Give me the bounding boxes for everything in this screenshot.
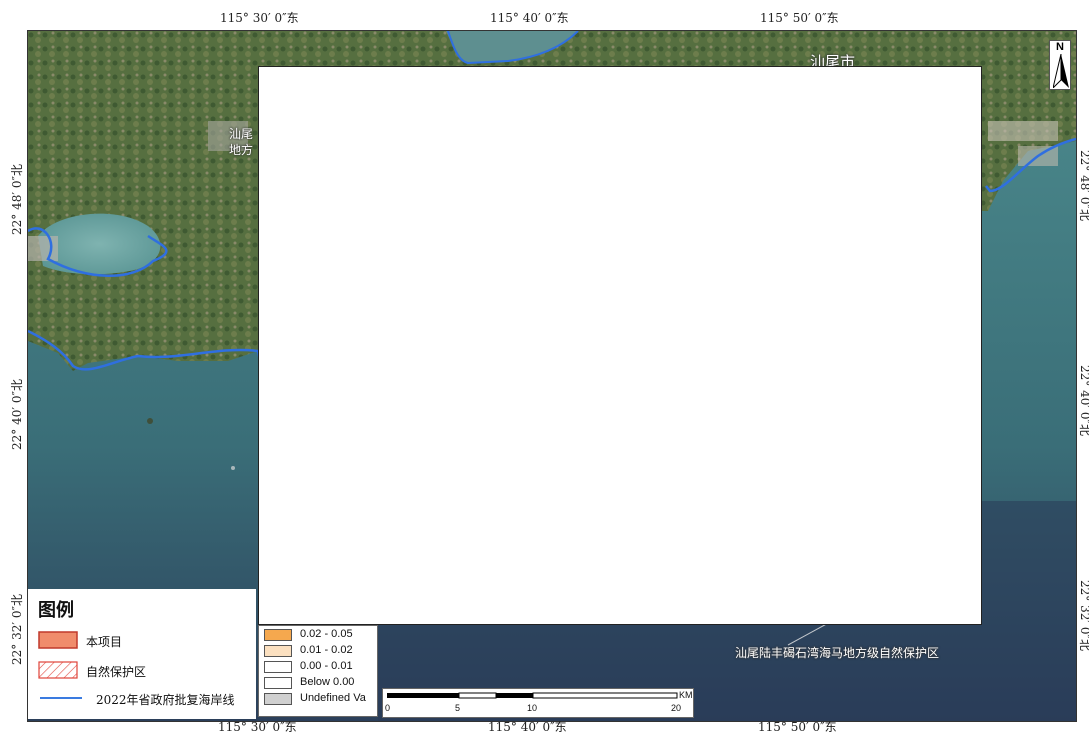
top-tick-1: 115° 30′ 0″东 — [220, 11, 299, 25]
left-tick-1: 22° 48′ 0″北 — [10, 163, 24, 235]
right-tick-2: 22° 40′ 0″北 — [1078, 365, 1089, 437]
class-label-2: 0.01 - 0.02 — [300, 644, 353, 656]
legend-item-reserve: 自然保护区 — [38, 661, 146, 681]
scale-unit: KM — [679, 690, 693, 700]
top-tick-3: 115° 50′ 0″东 — [760, 11, 839, 25]
class-swatch-5 — [264, 693, 292, 705]
legend-title: 图例 — [38, 600, 74, 621]
value-class-legend: 0.02 - 0.05 0.01 - 0.02 0.00 - 0.01 Belo… — [258, 625, 378, 717]
bottom-tick-1: 115° 30′ 0″东 — [218, 720, 297, 734]
bottom-tick-2: 115° 40′ 0″东 — [488, 720, 567, 734]
legend-item-project: 本项目 — [38, 631, 122, 651]
legend-label-coastline: 2022年省政府批复海岸线 — [96, 693, 235, 707]
left-tick-3: 22° 32′ 0″北 — [10, 593, 24, 665]
north-arrow-icon — [1053, 54, 1069, 88]
class-swatch-2 — [264, 645, 292, 657]
class-swatch-3 — [264, 661, 292, 673]
reserve-hatch-icon — [38, 661, 78, 679]
town-label-2: 地方 — [229, 143, 254, 157]
reserve-label: 汕尾陆丰碣石湾海马地方级自然保护区 — [735, 646, 940, 660]
legend-label-reserve: 自然保护区 — [86, 665, 147, 679]
class-label-1: 0.02 - 0.05 — [300, 628, 353, 640]
class-label-5: Undefined Va — [300, 692, 366, 704]
scale-bar: KM 0 5 10 20 — [382, 688, 694, 718]
coastline-line-icon — [40, 697, 82, 699]
scale-label-20: 20 — [671, 703, 682, 713]
class-label-3: 0.00 - 0.01 — [300, 660, 353, 672]
class-label-4: Below 0.00 — [300, 676, 355, 688]
scale-label-10: 10 — [527, 703, 538, 713]
left-tick-2: 22° 40′ 0″北 — [10, 378, 24, 450]
right-tick-1: 22° 48′ 0″北 — [1078, 150, 1089, 222]
scale-bar-graphic — [387, 692, 678, 699]
blank-inset-panel — [258, 66, 982, 625]
bottom-tick-3: 115° 50′ 0″东 — [758, 720, 837, 734]
north-letter: N — [1056, 41, 1064, 53]
town-label: 汕尾 — [229, 127, 254, 141]
legend-label-project: 本项目 — [86, 635, 123, 649]
class-swatch-4 — [264, 677, 292, 689]
scale-label-5: 5 — [455, 703, 461, 713]
scale-label-0: 0 — [385, 703, 391, 713]
legend-item-coastline: 2022年省政府批复海岸线 — [38, 689, 235, 709]
north-arrow: N — [1049, 40, 1071, 90]
legend: 图例 本项目 自然保护区 2022年省政府批复海岸线 — [28, 589, 256, 719]
class-swatch-1 — [264, 629, 292, 641]
top-tick-2: 115° 40′ 0″东 — [490, 11, 569, 25]
project-swatch-icon — [38, 631, 78, 649]
right-tick-3: 22° 32′ 0″北 — [1078, 580, 1089, 652]
